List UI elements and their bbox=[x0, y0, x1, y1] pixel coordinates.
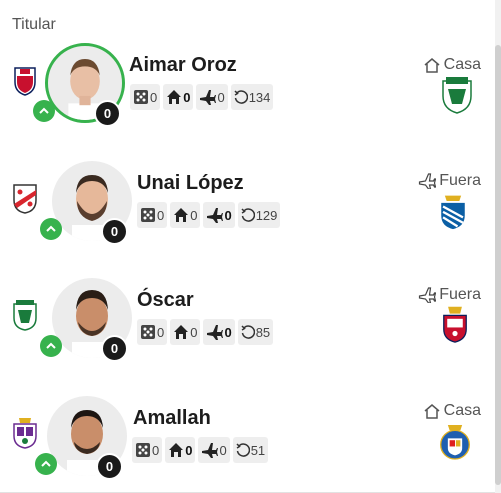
scrollbar-thumb[interactable] bbox=[495, 45, 501, 485]
stat-history: 134 bbox=[230, 84, 274, 110]
opponent-crest-icon bbox=[443, 306, 467, 343]
chevron-up-icon bbox=[41, 460, 51, 467]
dice-icon bbox=[134, 90, 148, 104]
player-avatar[interactable]: 0 bbox=[40, 278, 132, 362]
stat-away: 0 bbox=[198, 437, 230, 463]
opponent-crest-icon bbox=[442, 77, 472, 114]
team-crest-icon bbox=[14, 67, 36, 96]
stat-history: 129 bbox=[237, 202, 281, 228]
player-stats: 0 0 0 134 bbox=[130, 84, 274, 110]
player-name[interactable]: Óscar bbox=[137, 289, 194, 312]
stat-dice: 0 bbox=[137, 202, 168, 228]
stat-dice: 0 bbox=[130, 84, 161, 110]
opponent-crest-icon bbox=[441, 195, 465, 230]
promote-button[interactable] bbox=[40, 335, 62, 357]
venue-indicator: Fuera bbox=[418, 172, 481, 190]
points-badge: 0 bbox=[101, 218, 128, 245]
player-name[interactable]: Unai López bbox=[137, 172, 244, 195]
home-icon bbox=[424, 403, 440, 419]
home-solid-icon bbox=[169, 443, 184, 457]
history-icon bbox=[234, 90, 248, 104]
player-avatar[interactable]: 0 bbox=[33, 43, 125, 127]
plane-icon bbox=[419, 287, 437, 303]
home-solid-icon bbox=[174, 208, 189, 222]
stat-home: 0 bbox=[165, 437, 196, 463]
player-stats: 0 0 0 85 bbox=[137, 319, 274, 345]
home-solid-icon bbox=[174, 325, 189, 339]
venue-indicator: Casa bbox=[423, 402, 481, 420]
stat-away: 0 bbox=[203, 319, 235, 345]
stat-away: 0 bbox=[196, 84, 228, 110]
player-card[interactable]: 0 Amallah 0 0 0 51 Casa bbox=[0, 393, 495, 493]
dice-icon bbox=[141, 208, 155, 222]
plane-icon bbox=[207, 325, 224, 340]
team-crest-icon bbox=[13, 418, 37, 449]
section-title: Titular bbox=[12, 16, 56, 33]
plane-icon bbox=[200, 90, 217, 105]
dice-icon bbox=[141, 325, 155, 339]
scrollbar[interactable] bbox=[495, 0, 501, 493]
promote-button[interactable] bbox=[40, 218, 62, 240]
player-stats: 0 0 0 129 bbox=[137, 202, 281, 228]
chevron-up-icon bbox=[39, 107, 49, 114]
venue-indicator: Fuera bbox=[418, 286, 481, 304]
player-avatar[interactable]: 0 bbox=[35, 396, 127, 480]
points-badge: 0 bbox=[94, 100, 121, 127]
history-icon bbox=[241, 208, 255, 222]
stat-dice: 0 bbox=[132, 437, 163, 463]
team-crest-icon bbox=[13, 300, 37, 331]
opponent-crest-icon bbox=[440, 425, 470, 460]
stat-away: 0 bbox=[203, 202, 235, 228]
dice-icon bbox=[136, 443, 150, 457]
player-stats: 0 0 0 51 bbox=[132, 437, 269, 463]
plane-icon bbox=[419, 173, 437, 189]
player-card[interactable]: 0 Óscar 0 0 0 85 Fuera bbox=[0, 275, 495, 375]
home-icon bbox=[424, 57, 440, 73]
history-icon bbox=[241, 325, 255, 339]
stat-dice: 0 bbox=[137, 319, 168, 345]
promote-button[interactable] bbox=[33, 100, 55, 122]
points-badge: 0 bbox=[101, 335, 128, 362]
plane-icon bbox=[202, 443, 219, 458]
player-avatar[interactable]: 0 bbox=[40, 161, 132, 245]
stat-history: 85 bbox=[237, 319, 274, 345]
player-card[interactable]: 0 Aimar Oroz 0 0 0 134 Casa bbox=[0, 40, 495, 140]
player-name[interactable]: Aimar Oroz bbox=[129, 54, 237, 77]
stat-home: 0 bbox=[170, 202, 201, 228]
chevron-up-icon bbox=[46, 342, 56, 349]
team-crest-icon bbox=[13, 184, 37, 214]
stat-home: 0 bbox=[163, 84, 194, 110]
player-name[interactable]: Amallah bbox=[133, 407, 211, 430]
stat-history: 51 bbox=[232, 437, 269, 463]
stat-home: 0 bbox=[170, 319, 201, 345]
venue-indicator: Casa bbox=[423, 56, 481, 74]
plane-icon bbox=[207, 208, 224, 223]
points-badge: 0 bbox=[96, 453, 123, 480]
history-icon bbox=[236, 443, 250, 457]
home-solid-icon bbox=[167, 90, 182, 104]
chevron-up-icon bbox=[46, 225, 56, 232]
promote-button[interactable] bbox=[35, 453, 57, 475]
player-card[interactable]: 0 Unai López 0 0 0 129 Fuera bbox=[0, 158, 495, 258]
